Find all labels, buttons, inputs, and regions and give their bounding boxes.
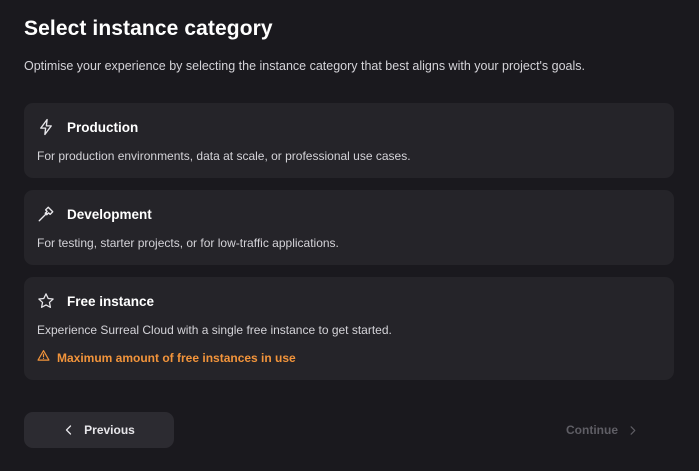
continue-button[interactable]: Continue	[556, 412, 648, 448]
card-title: Production	[67, 119, 139, 135]
hammer-icon	[37, 205, 55, 223]
card-header: Free instance	[37, 292, 154, 310]
card-description: For testing, starter projects, or for lo…	[37, 236, 339, 250]
card-header: Production	[37, 118, 138, 136]
free-instance-warning: Maximum amount of free instances in use	[37, 349, 296, 367]
warning-text: Maximum amount of free instances in use	[57, 351, 296, 365]
instance-category-page: Select instance category Optimise your e…	[0, 0, 699, 471]
category-card-production[interactable]: Production For production environments, …	[24, 103, 674, 178]
warning-icon	[37, 349, 50, 367]
lightning-icon	[37, 118, 55, 136]
card-description: For production environments, data at sca…	[37, 149, 411, 163]
category-card-development[interactable]: Development For testing, starter project…	[24, 190, 674, 265]
star-icon	[37, 292, 55, 310]
card-title: Free instance	[67, 293, 155, 309]
chevron-right-icon	[630, 425, 636, 435]
card-description: Experience Surreal Cloud with a single f…	[37, 323, 392, 337]
chevron-left-icon	[65, 425, 72, 435]
previous-button[interactable]: Previous	[24, 412, 174, 448]
category-card-free-instance[interactable]: Free instance Experience Surreal Cloud w…	[24, 277, 674, 380]
page-subtitle: Optimise your experience by selecting th…	[24, 59, 586, 73]
card-title: Development	[67, 206, 152, 222]
continue-label: Continue	[566, 423, 618, 437]
previous-label: Previous	[84, 423, 135, 437]
page-title: Select instance category	[24, 17, 273, 40]
card-header: Development	[37, 205, 152, 223]
